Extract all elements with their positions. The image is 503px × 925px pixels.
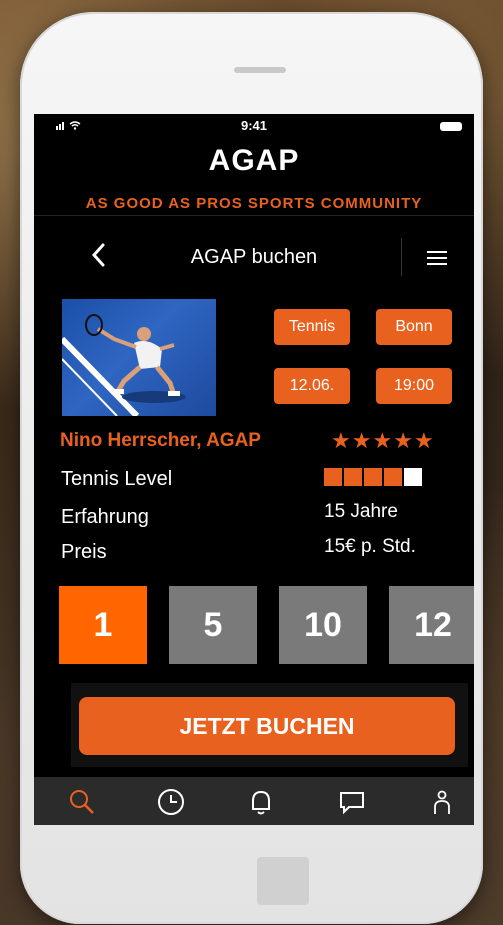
level-segment (364, 468, 382, 486)
nav-bar: AGAP buchen (34, 234, 474, 284)
package-option[interactable]: 12 (389, 586, 474, 664)
page-title: AGAP buchen (190, 246, 318, 268)
tab-bar (34, 777, 474, 825)
status-bar: 9:41 (34, 114, 474, 136)
app-tagline: AS GOOD AS PROS SPORTS COMMUNITY (85, 195, 423, 212)
level-bar (324, 468, 422, 486)
book-now-button[interactable]: JETZT BUCHEN (79, 697, 455, 755)
package-option[interactable]: 10 (279, 586, 367, 664)
city-chip[interactable]: Bonn (376, 309, 452, 345)
tab-profile[interactable] (427, 787, 457, 817)
coach-photo (62, 299, 216, 416)
clock-icon (158, 789, 184, 815)
speaker-slot (234, 67, 286, 73)
package-option[interactable]: 5 (169, 586, 257, 664)
tab-notifications[interactable] (246, 787, 276, 817)
header-divider (34, 215, 474, 216)
status-time: 9:41 (240, 118, 268, 133)
tab-history[interactable] (156, 787, 186, 817)
person-icon (434, 790, 450, 814)
star-icon: ★ (351, 428, 373, 453)
bell-icon (252, 790, 270, 815)
level-segment (384, 468, 402, 486)
home-button[interactable] (257, 857, 309, 905)
search-icon (70, 790, 94, 814)
price-label: Preis (61, 541, 107, 563)
star-icon: ★ (372, 428, 394, 453)
battery-icon (440, 122, 462, 131)
star-icon: ★ (413, 428, 435, 453)
app-screen: 9:41 AGAP AS GOOD AS PROS SPORTS COMMUNI… (34, 114, 474, 825)
experience-value: 15 Jahre (324, 501, 398, 522)
menu-icon (427, 251, 447, 253)
menu-button[interactable] (427, 251, 447, 269)
tennis-player-image (62, 314, 186, 416)
star-icon: ★ (331, 428, 352, 453)
tab-messages[interactable] (337, 787, 367, 817)
nav-divider (401, 238, 402, 276)
tab-search[interactable] (67, 787, 97, 817)
rating-stars: ★★★★★ (331, 428, 435, 454)
package-option[interactable]: 1 (59, 586, 147, 664)
date-chip[interactable]: 12.06. (274, 368, 350, 404)
sport-chip[interactable]: Tennis (274, 309, 350, 345)
level-segment (404, 468, 422, 486)
level-label: Tennis Level (61, 468, 173, 490)
level-segment (344, 468, 362, 486)
level-segment (324, 468, 342, 486)
time-chip[interactable]: 19:00 (376, 368, 452, 404)
app-brand: AGAP (208, 144, 300, 177)
experience-label: Erfahrung (61, 506, 149, 528)
coach-name[interactable]: Nino Herrscher, AGAP (60, 430, 261, 452)
price-value: 15€ p. Std. (324, 536, 416, 557)
chat-icon (340, 792, 364, 815)
star-icon: ★ (393, 428, 414, 453)
